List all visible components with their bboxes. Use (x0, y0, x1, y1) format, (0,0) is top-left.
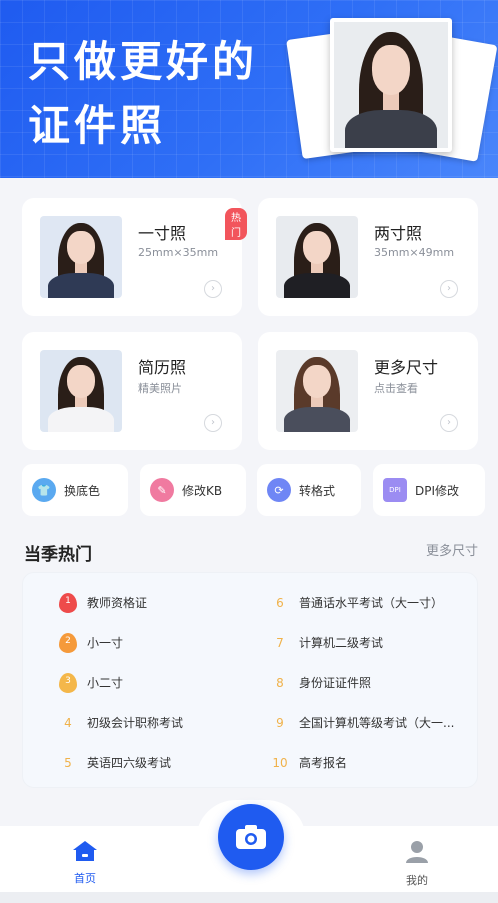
user-icon (406, 841, 428, 863)
hot-list-item[interactable]: 5 英语四六级考试 (57, 753, 257, 773)
hot-list-panel: 1 教师资格证 2 小一寸 3 小二寸 4 初级会计职称考试 5 英语四六级考试… (22, 572, 478, 788)
card-subtitle: 25mm×35mm (138, 246, 219, 259)
hot-item-label: 身份证证件照 (299, 676, 372, 690)
tab-home-label: 首页 (74, 872, 96, 885)
home-icon (73, 841, 97, 861)
rank-number: 5 (64, 756, 72, 770)
hot-item-label: 英语四六级考试 (87, 756, 172, 770)
hot-item-label: 计算机二级考试 (299, 636, 384, 650)
hot-item-label: 初级会计职称考试 (87, 716, 184, 730)
tab-mine-label: 我的 (406, 874, 428, 887)
header-banner: 只做更好的 证件照 (0, 0, 498, 178)
card-title: 更多尺寸 (374, 358, 439, 377)
hot-list-item[interactable]: 3 小二寸 (57, 673, 257, 693)
card-resume-photo[interactable]: 简历照 精美照片 › (22, 332, 242, 450)
tab-mine[interactable]: 我的 (377, 840, 457, 888)
hot-item-label: 小二寸 (87, 676, 124, 690)
tool-modify-kb[interactable]: ✎ 修改KB (140, 464, 246, 516)
camera-button[interactable] (218, 804, 284, 870)
hot-list-item[interactable]: 9 全国计算机等级考试（大一... (269, 713, 473, 733)
tool-dpi-modify[interactable]: DPI DPI修改 (373, 464, 485, 516)
card-two-inch[interactable]: 两寸照 35mm×49mm › (258, 198, 478, 316)
tab-home[interactable]: 首页 (45, 840, 125, 886)
chevron-right-icon: › (440, 414, 458, 432)
dpi-icon: DPI (383, 478, 407, 502)
card-subtitle: 点击查看 (374, 382, 418, 395)
chevron-right-icon: › (204, 280, 222, 298)
hot-item-label: 普通话水平考试（大一寸） (299, 596, 444, 610)
convert-icon: ⟳ (267, 478, 291, 502)
card-subtitle: 精美照片 (138, 382, 182, 395)
hot-item-label: 小一寸 (87, 636, 124, 650)
rank-number: 4 (64, 716, 72, 730)
banner-photo-main (330, 18, 452, 152)
hot-list-item[interactable]: 8 身份证证件照 (269, 673, 473, 693)
card-title: 一寸照 (138, 224, 187, 243)
rank-number: 9 (276, 716, 284, 730)
card-title: 简历照 (138, 358, 187, 377)
chevron-right-icon: › (204, 414, 222, 432)
rank-number: 7 (276, 636, 284, 650)
banner-photo-stack (286, 14, 498, 164)
tool-label: 换底色 (64, 483, 101, 498)
rank-number: 6 (276, 596, 284, 610)
section-title: 当季热门 (24, 545, 92, 565)
hot-badge: 热门 (225, 208, 247, 240)
hot-item-label: 高考报名 (299, 756, 348, 770)
file-edit-icon: ✎ (150, 478, 174, 502)
banner-title-line2: 证件照 (28, 101, 167, 150)
tool-convert-format[interactable]: ⟳ 转格式 (257, 464, 361, 516)
flame-rank-icon: 2 (59, 633, 77, 653)
hot-item-label: 教师资格证 (87, 596, 148, 610)
tool-label: 修改KB (182, 483, 223, 498)
one-inch-sample-photo (40, 216, 122, 298)
shirt-icon: 👕 (32, 478, 56, 502)
hot-list-item[interactable]: 6 普通话水平考试（大一寸） (269, 593, 473, 613)
hot-item-label: 全国计算机等级考试（大一... (299, 716, 455, 730)
card-one-inch[interactable]: 一寸照 热门 25mm×35mm › (22, 198, 247, 316)
hot-list-item[interactable]: 4 初级会计职称考试 (57, 713, 257, 733)
two-inch-sample-photo (276, 216, 358, 298)
rank-number: 10 (272, 756, 288, 770)
camera-icon (236, 825, 266, 849)
hot-list-item[interactable]: 7 计算机二级考试 (269, 633, 473, 653)
tool-label: 转格式 (299, 483, 336, 498)
more-sizes-link[interactable]: 更多尺寸 (426, 540, 478, 559)
hot-list-item[interactable]: 10 高考报名 (269, 753, 473, 773)
more-sizes-sample-photo (276, 350, 358, 432)
banner-title-line1: 只做更好的 (28, 37, 259, 86)
tool-label: DPI修改 (415, 483, 460, 498)
card-title: 两寸照 (374, 224, 423, 243)
bottom-system-strip (0, 892, 498, 903)
flame-rank-icon: 3 (59, 673, 77, 693)
resume-sample-photo (40, 350, 122, 432)
card-subtitle: 35mm×49mm (374, 246, 455, 259)
card-more-sizes[interactable]: 更多尺寸 点击查看 › (258, 332, 478, 450)
hot-list-item[interactable]: 1 教师资格证 (57, 593, 257, 613)
tool-change-background[interactable]: 👕 换底色 (22, 464, 128, 516)
flame-rank-icon: 1 (59, 593, 77, 613)
chevron-right-icon: › (440, 280, 458, 298)
hot-list-item[interactable]: 2 小一寸 (57, 633, 257, 653)
rank-number: 8 (276, 676, 284, 690)
